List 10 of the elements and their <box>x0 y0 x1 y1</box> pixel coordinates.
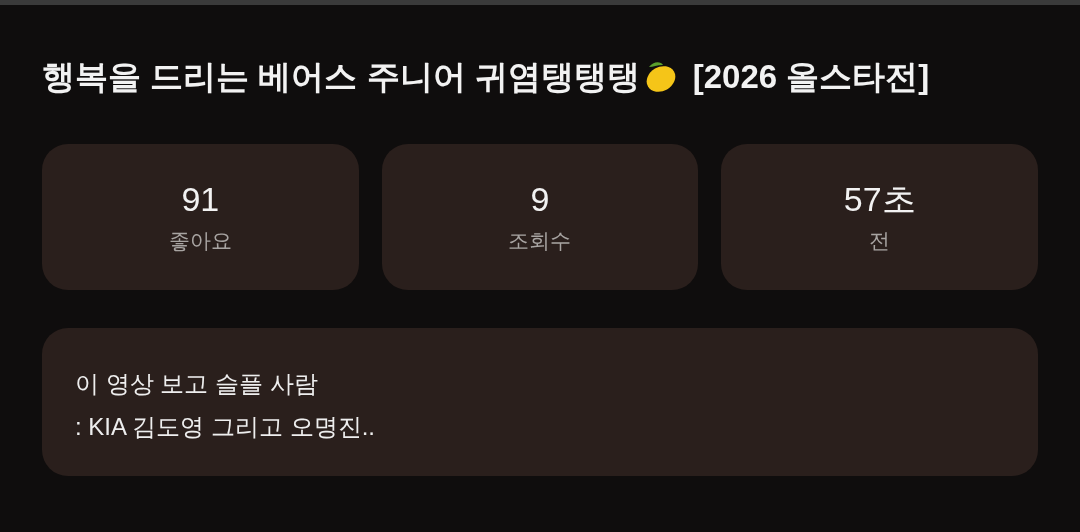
video-title: 행복을 드리는 베어스 주니어 귀염탱탱탱 <box>42 59 640 93</box>
stat-label: 조회수 <box>508 227 572 254</box>
description-line: 이 영상 보고 슬플 사람 <box>75 369 319 399</box>
description-line: : KIA 김도영 그리고 오명진.. <box>75 412 377 442</box>
stat-value: 9 <box>530 179 550 220</box>
title-tag: [2026 올스타전] <box>692 59 930 93</box>
stat-label: 좋아요 <box>168 227 232 254</box>
stat-label: 전 <box>869 227 891 254</box>
stat-value: 57초 <box>843 179 916 220</box>
stat-value: 91 <box>181 179 220 220</box>
